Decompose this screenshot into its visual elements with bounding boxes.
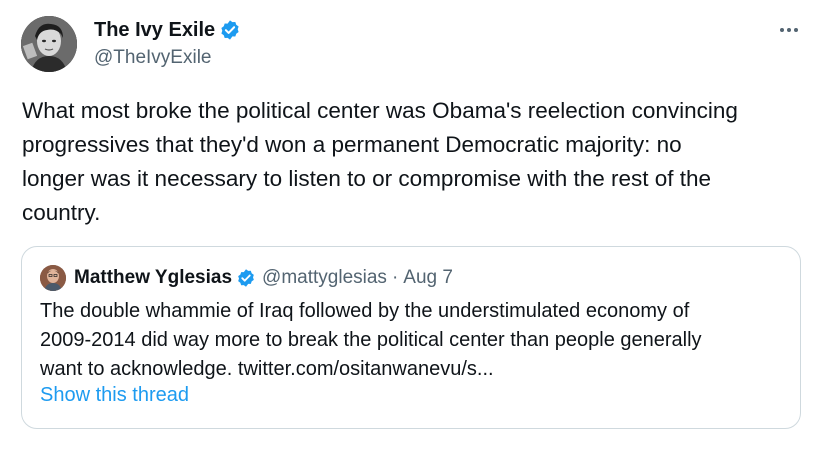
more-horizontal-icon <box>780 28 798 32</box>
author-block: The Ivy Exile @TheIvyExile <box>94 18 241 69</box>
more-options-button[interactable] <box>776 17 802 43</box>
quote-header: Matthew Yglesias @mattyglesias · Aug 7 <box>40 265 453 291</box>
quote-date[interactable]: Aug 7 <box>403 267 453 289</box>
quoted-tweet[interactable]: Matthew Yglesias @mattyglesias · Aug 7 T… <box>21 246 801 429</box>
author-handle[interactable]: @TheIvyExile <box>94 47 241 69</box>
quote-text: The double whammie of Iraq followed by t… <box>40 300 702 380</box>
quote-separator: · <box>391 267 399 288</box>
quote-author-name[interactable]: Matthew Yglesias <box>74 267 232 289</box>
author-avatar[interactable] <box>21 16 77 72</box>
author-display-name[interactable]: The Ivy Exile <box>94 19 215 42</box>
quote-author-handle[interactable]: @mattyglesias <box>262 267 387 289</box>
show-thread-link[interactable]: Show this thread <box>40 384 189 407</box>
quote-verified-badge-icon <box>236 268 256 288</box>
author-name-row: The Ivy Exile <box>94 18 241 42</box>
quote-author-avatar[interactable] <box>40 265 66 291</box>
verified-badge-icon <box>219 19 241 41</box>
tweet-text: What most broke the political center was… <box>22 98 738 225</box>
tweet-card: The Ivy Exile @TheIvyExile What most bro… <box>0 0 834 452</box>
